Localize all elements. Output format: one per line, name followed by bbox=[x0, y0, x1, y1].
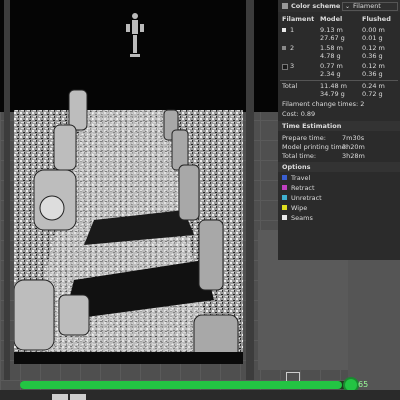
filament-swatch bbox=[282, 46, 286, 50]
layer-slider-fill bbox=[20, 381, 343, 389]
toolbar-button[interactable] bbox=[70, 394, 86, 400]
layer-slider-track[interactable] bbox=[20, 381, 352, 389]
slider-value: 65 bbox=[358, 380, 369, 389]
bed-edge-left bbox=[4, 0, 10, 380]
color-scheme-select[interactable]: ⌄ Filament bbox=[342, 2, 398, 11]
option-label: Retract bbox=[291, 184, 315, 192]
filament-swatch bbox=[282, 28, 286, 32]
unretract-swatch bbox=[282, 195, 287, 200]
filament-number: 3 bbox=[290, 62, 295, 70]
filament-change-times: Filament change times: 2 bbox=[282, 100, 365, 108]
option-label: Seams bbox=[291, 214, 313, 222]
prepare-time-label: Prepare time: bbox=[282, 134, 326, 142]
option-label: Wipe bbox=[291, 204, 308, 212]
slider-marker bbox=[286, 372, 300, 381]
total-time-row: Total time: 3h28m bbox=[282, 152, 365, 160]
model-length: 0.77 m bbox=[320, 62, 343, 70]
model-printing-time-label: Model printing time: bbox=[282, 143, 348, 151]
cost: Cost: 0.89 bbox=[282, 110, 316, 118]
model-printing-time-value: 3h20m bbox=[342, 143, 365, 151]
flushed-length: 0.00 m bbox=[362, 26, 385, 34]
total-flushed-weight: 0.72 g bbox=[362, 90, 383, 98]
options-title: Options bbox=[282, 163, 311, 171]
color-scheme-select-value: Filament bbox=[353, 2, 381, 10]
model-printing-time-row: Model printing time: 3h20m bbox=[282, 143, 365, 151]
flushed-weight: 0.01 g bbox=[362, 34, 383, 42]
model-length: 1.58 m bbox=[320, 44, 343, 52]
color-scheme-title: Color scheme bbox=[291, 2, 341, 10]
column-flushed: Flushed bbox=[362, 15, 391, 23]
prepare-time-value: 7m30s bbox=[342, 134, 365, 142]
model-preview[interactable] bbox=[14, 70, 243, 364]
filament-swatch bbox=[282, 64, 288, 70]
toolbar-button[interactable] bbox=[52, 394, 68, 400]
legend-icon bbox=[282, 3, 288, 9]
total-time-label: Total time: bbox=[282, 152, 317, 160]
column-filament: Filament bbox=[282, 15, 315, 23]
option-label: Unretract bbox=[291, 194, 322, 202]
flushed-weight: 0.36 g bbox=[362, 70, 383, 78]
prepare-time-row: Prepare time: 7m30s bbox=[282, 134, 364, 142]
total-label: Total bbox=[282, 82, 298, 90]
model-weight: 2.34 g bbox=[320, 70, 341, 78]
wipe-swatch bbox=[282, 205, 287, 210]
time-estimation-title: Time Estimation bbox=[282, 122, 342, 130]
model-length: 9.13 m bbox=[320, 26, 343, 34]
total-time-value: 3h28m bbox=[342, 152, 365, 160]
option-label: Travel bbox=[291, 174, 311, 182]
travel-swatch bbox=[282, 175, 287, 180]
model-weight: 4.78 g bbox=[320, 52, 341, 60]
filament-number: 2 bbox=[290, 44, 295, 52]
color-scheme-header: Color scheme ⌄ Filament bbox=[278, 0, 400, 12]
retract-swatch bbox=[282, 185, 287, 190]
flushed-length: 0.12 m bbox=[362, 44, 385, 52]
divider bbox=[280, 80, 398, 81]
bed-edge-right bbox=[246, 0, 254, 380]
filament-number: 1 bbox=[290, 26, 295, 34]
toolhead-icon bbox=[126, 13, 144, 57]
model-weight: 27.67 g bbox=[320, 34, 345, 42]
flushed-length: 0.12 m bbox=[362, 62, 385, 70]
preview-sidebar: Color scheme ⌄ Filament Filament Model F… bbox=[278, 0, 400, 260]
column-model: Model bbox=[320, 15, 343, 23]
total-flushed-length: 0.24 m bbox=[362, 82, 385, 90]
total-model-length: 11.48 m bbox=[320, 82, 348, 90]
total-model-weight: 34.79 g bbox=[320, 90, 345, 98]
flushed-weight: 0.36 g bbox=[362, 52, 383, 60]
seams-swatch bbox=[282, 215, 287, 220]
chevron-down-icon: ⌄ bbox=[345, 3, 351, 10]
